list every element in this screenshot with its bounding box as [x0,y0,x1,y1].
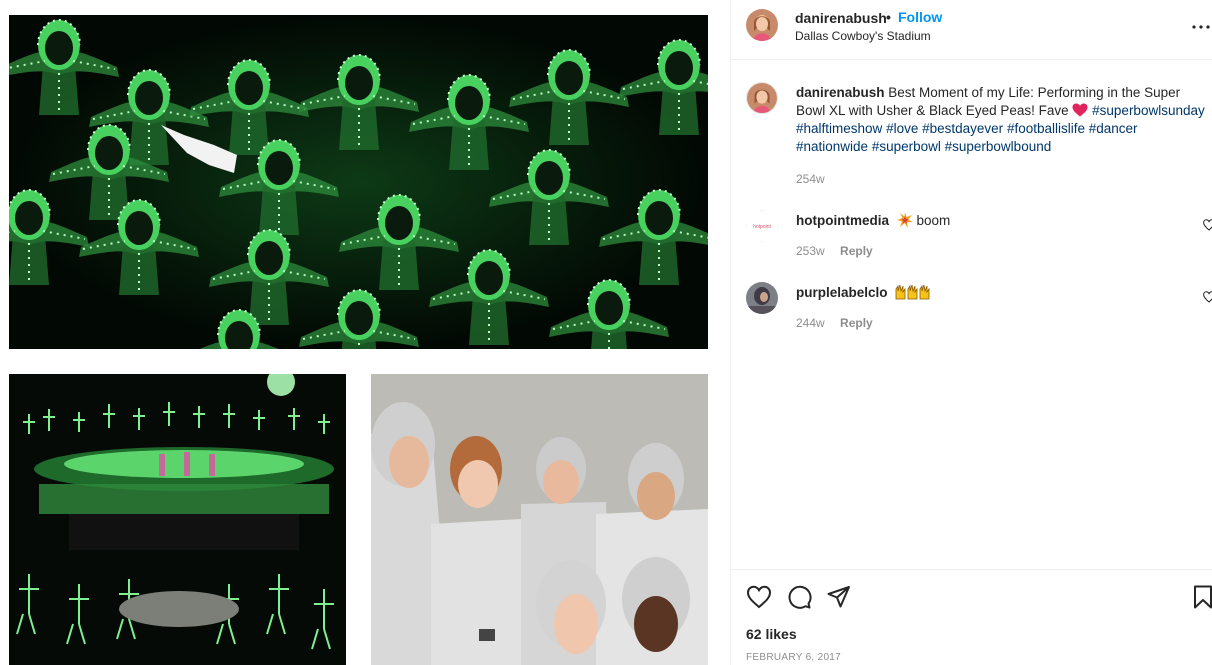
comment-item: purplelabelclo 244w Reply [731,281,1212,341]
follow-button[interactable]: Follow [898,9,942,25]
comment-timestamp[interactable]: 244w [796,316,825,330]
commenter-avatar[interactable]: hotpoint [746,210,778,242]
heart-outline-icon[interactable] [746,584,772,610]
hashtag[interactable]: #bestdayever [922,121,1003,136]
hashtag[interactable]: #superbowl [872,139,941,154]
hashtag[interactable]: #footballislife [1007,121,1085,136]
comment-bubble-icon[interactable] [786,584,812,610]
comment-timestamp[interactable]: 253w [796,244,825,258]
reply-button[interactable]: Reply [840,244,873,258]
commenter-username[interactable]: hotpointmedia [796,213,889,228]
collision-icon [896,212,913,228]
svg-text:hotpoint: hotpoint [753,224,771,230]
paper-plane-icon[interactable] [826,584,852,610]
commenter-username[interactable]: purplelabelclo [796,285,888,300]
bookmark-icon[interactable] [1190,584,1212,610]
more-horizontal-icon[interactable] [1191,17,1211,37]
post-actions: 62 likes FEBRUARY 6, 2017 [731,569,1212,665]
hashtag[interactable]: #nationwide [796,139,868,154]
post-header: danirenabush • Follow Dallas Cowboy's St… [731,0,1212,60]
photo-dancers-silver-costumes [371,374,708,665]
post-location[interactable]: Dallas Cowboy's Stadium [795,29,931,43]
hashtag[interactable]: #superbowlbound [945,139,1052,154]
heart-outline-icon[interactable] [1203,291,1212,303]
hashtag[interactable]: #love [886,121,918,136]
post-detail-panel: danirenabush • Follow Dallas Cowboy's St… [730,0,1212,665]
photo-stage-show [9,374,346,665]
commenter-avatar[interactable] [746,282,778,314]
caption-username[interactable]: danirenabush [796,85,885,100]
likes-count[interactable]: 62 likes [746,626,797,642]
photo-led-dancers [9,15,708,349]
separator-dot: • [886,9,891,25]
author-avatar[interactable] [746,9,778,41]
heart-outline-icon[interactable] [1203,219,1212,231]
hashtag[interactable]: #superbowlsunday [1092,103,1205,118]
caption-timestamp[interactable]: 254w [796,172,825,186]
comment-item: hotpoint hotpointmedia boom 253w Reply [731,209,1212,269]
red-heart-emoji-icon [1072,103,1088,117]
comment-text: boom [916,213,951,228]
reply-button[interactable]: Reply [840,316,873,330]
hashtag[interactable]: #halftimeshow [796,121,882,136]
post-date[interactable]: FEBRUARY 6, 2017 [746,652,841,663]
raising-hands-icon [895,284,930,300]
post-media[interactable] [0,0,730,665]
caption-author-avatar[interactable] [746,82,778,114]
hashtag[interactable]: #dancer [1089,121,1138,136]
post-caption: danirenabush Best Moment of my Life: Per… [796,84,1211,156]
author-username[interactable]: danirenabush [795,10,887,26]
